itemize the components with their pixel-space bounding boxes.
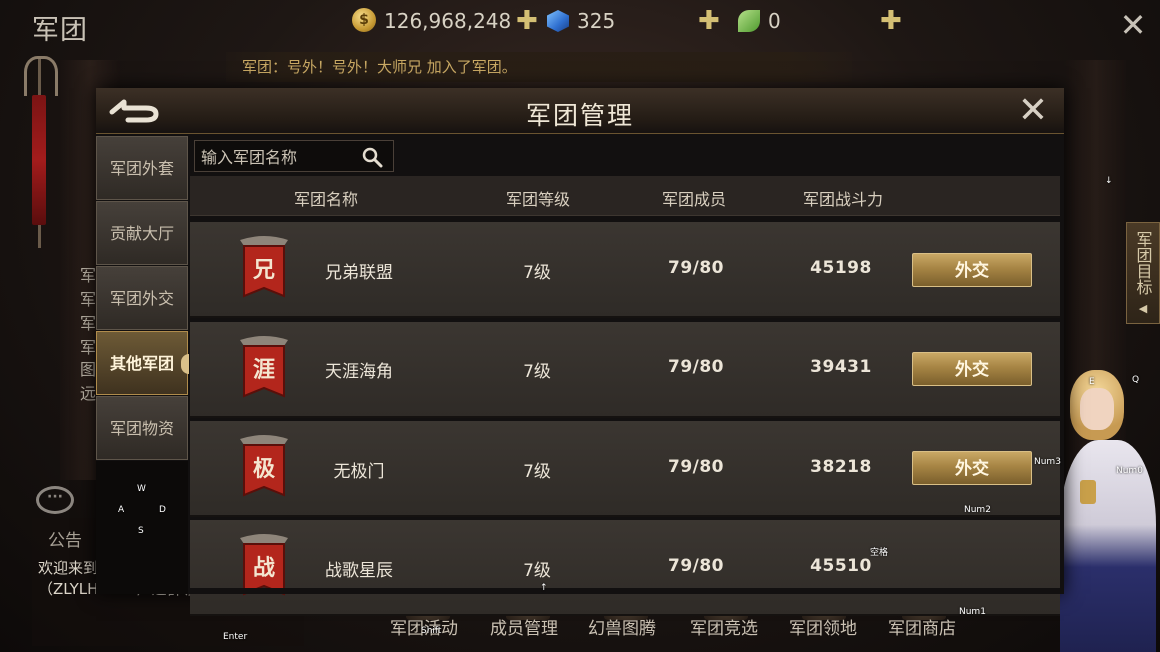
news-ticker: 军团：号外！号外！大师兄 加入了军团。: [226, 52, 852, 82]
header-legion-power: 军团战斗力: [802, 190, 883, 209]
legion-power: 45198: [810, 258, 872, 278]
close-panel-button[interactable]: ✕: [1016, 93, 1050, 129]
legion-power: 38218: [810, 457, 872, 477]
key-hint-a: A: [118, 505, 125, 515]
gold-coin-icon: $: [352, 8, 376, 32]
bottom-menu-members[interactable]: 成员管理: [490, 614, 558, 639]
legion-emblem: 兄: [236, 232, 292, 304]
key-hint-d: D: [159, 505, 166, 515]
emblem-char: 战: [252, 556, 275, 581]
key-hint-e: E: [1089, 377, 1095, 387]
header-legion-name: 军团名称: [293, 190, 358, 209]
bottom-menu-shop[interactable]: 军团商店: [888, 614, 956, 639]
tab-contribution-hall[interactable]: 贡献大厅: [96, 201, 188, 265]
gold-amount: 126,968,248: [384, 9, 512, 33]
legion-name: 无极门: [333, 462, 385, 482]
character-portrait: [1050, 360, 1160, 652]
leaf-currency-amount: 0: [768, 9, 781, 33]
bottom-menu-totem[interactable]: 幻兽图腾: [588, 614, 656, 639]
legion-members: 79/80: [667, 556, 725, 576]
bg-menu-item: 军: [80, 338, 97, 357]
key-hint-enter: Enter: [223, 632, 248, 642]
legion-members: 79/80: [667, 457, 725, 477]
gem-amount: 325: [577, 9, 616, 33]
legion-goal-tab[interactable]: 军团目标 ◀: [1126, 222, 1160, 324]
search-icon[interactable]: [361, 146, 383, 168]
key-hint-down: ↓: [1105, 176, 1113, 186]
header-legion-members: 军团成员: [661, 190, 726, 209]
tab-legion-coat[interactable]: 军团外套: [96, 136, 188, 200]
diplomacy-button[interactable]: 外交: [912, 352, 1032, 386]
add-gem-button[interactable]: ✚: [698, 8, 720, 34]
key-hint-num1: Num1: [959, 607, 986, 617]
spear-head-decoration: [24, 56, 58, 96]
bg-menu-item: 图: [80, 360, 97, 379]
tab-label: 军团物资: [109, 419, 174, 438]
bg-menu-item: 军: [80, 314, 97, 333]
legion-name: 战歌星辰: [325, 561, 393, 581]
emblem-char: 兄: [252, 258, 275, 283]
legion-level: 7级: [523, 362, 551, 382]
legion-power: 39431: [810, 357, 872, 377]
add-gold-button[interactable]: ✚: [516, 8, 538, 34]
leaf-currency-icon: [738, 10, 760, 32]
key-hint-num3: Num3: [1034, 457, 1061, 467]
emblem-char: 极: [252, 457, 275, 482]
search-box: [194, 140, 394, 172]
tab-label: 其他军团: [109, 354, 174, 373]
bottom-menu-election[interactable]: 军团竞选: [690, 614, 758, 639]
key-hint-s: S: [138, 526, 144, 536]
tab-label: 贡献大厅: [109, 224, 174, 243]
legion-name: 兄弟联盟: [325, 263, 393, 283]
legion-emblem: 涯: [236, 332, 292, 404]
legion-members: 79/80: [667, 258, 725, 278]
gem-icon: [547, 10, 569, 32]
bottom-menu-territory[interactable]: 军团领地: [789, 614, 857, 639]
key-hint-num2: Num2: [964, 505, 991, 515]
chat-bubble-icon[interactable]: ···: [36, 486, 74, 514]
key-hint-space: 空格: [870, 548, 889, 558]
key-hint-w: W: [137, 484, 146, 494]
key-hint-q: Q: [1132, 375, 1140, 385]
panel-bottom-edge: [190, 588, 1060, 594]
arrow-left-icon: ◀: [1138, 302, 1148, 315]
legion-level: 7级: [523, 561, 551, 581]
tab-legion-supplies[interactable]: 军团物资: [96, 396, 188, 460]
tab-label: 军团外交: [109, 289, 174, 308]
header-legion-level: 军团等级: [505, 190, 570, 209]
notice-title: 公告: [48, 531, 82, 551]
panel-title: 军团管理: [525, 101, 634, 130]
legion-power: 45510: [810, 556, 872, 576]
key-hint-shift: Shift: [421, 626, 442, 636]
legion-members: 79/80: [667, 357, 725, 377]
key-hint-up: ↑: [540, 583, 548, 593]
key-hint-num0: Num0: [1116, 466, 1143, 476]
back-arrow-icon: [109, 99, 159, 123]
add-leaf-currency-button[interactable]: ✚: [880, 8, 902, 34]
bg-menu-item: 军: [80, 266, 97, 285]
diplomacy-button[interactable]: 外交: [912, 451, 1032, 485]
diplomacy-button[interactable]: 外交: [912, 253, 1032, 287]
back-button[interactable]: [106, 96, 162, 126]
tab-label: 军团外套: [109, 159, 174, 178]
banner-decoration: [32, 95, 46, 225]
search-input[interactable]: [201, 145, 351, 169]
legion-name: 天涯海角: [325, 362, 393, 382]
emblem-char: 涯: [252, 358, 275, 383]
bg-menu-item: 远: [80, 384, 97, 403]
legion-level: 7级: [523, 462, 551, 482]
bg-menu-item: 军: [80, 290, 97, 309]
legion-goal-label: 军团目标: [1133, 231, 1153, 295]
tab-other-legions[interactable]: 其他军团: [96, 331, 189, 395]
close-screen-button[interactable]: ✕: [1118, 9, 1148, 41]
tab-legion-diplomacy[interactable]: 军团外交: [96, 266, 188, 330]
legion-level: 7级: [523, 263, 551, 283]
legion-emblem: 极: [236, 431, 292, 503]
screen-title: 军团: [32, 15, 88, 46]
